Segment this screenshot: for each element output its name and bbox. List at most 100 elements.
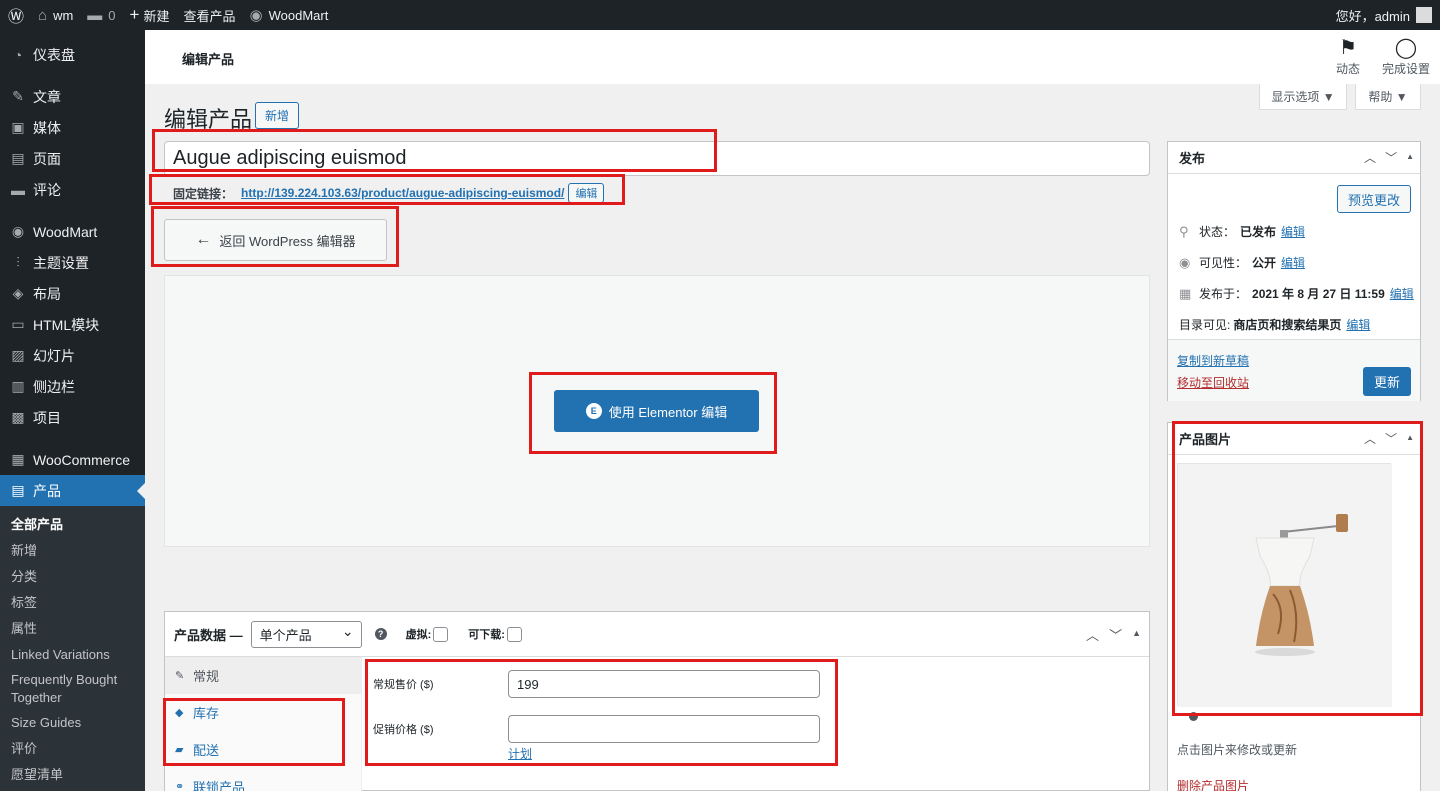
sidebar-item-posts[interactable]: ✎ 文章	[0, 81, 145, 112]
catalog-visibility-row: 目录可见: 商店页和搜索结果页 编辑	[1179, 316, 1371, 333]
comments-link[interactable]: ▬ 0	[80, 0, 122, 30]
product-title-input[interactable]: Augue adipiscing euismod	[164, 141, 1150, 176]
help-toggle[interactable]: 帮助 ▼	[1355, 84, 1421, 110]
publish-box: 发布 ︿ ﹀ ▲ 预览更改 ⚲ 状态： 已发布 编辑 ◉ 可见性： 公开 编辑 ▦ 发布于： 2…	[1167, 141, 1421, 401]
product-image-header: 产品图片 ︿ ﹀ ▲	[1168, 423, 1420, 455]
update-button[interactable]: 更新	[1362, 367, 1411, 396]
regular-price-label: 常规售价 ($)	[373, 679, 434, 691]
submenu-add-new[interactable]: 新增	[0, 538, 145, 564]
back-to-wordpress-editor-button[interactable]: ← 返回 WordPress 编辑器	[164, 219, 387, 261]
schedule-link[interactable]: 计划	[508, 745, 532, 762]
submenu-categories[interactable]: 分类	[0, 564, 145, 590]
product-type-select[interactable]: 单个产品	[250, 620, 362, 648]
edit-catalog-link[interactable]: 编辑	[1346, 316, 1370, 333]
edit-status-link[interactable]: 编辑	[1281, 223, 1305, 240]
publish-box-header: 发布 ︿ ﹀ ▲	[1168, 142, 1420, 174]
submenu-all-products[interactable]: 全部产品	[0, 512, 145, 538]
comment-icon: ▬	[87, 6, 103, 24]
permalink-label: 固定链接：	[173, 186, 234, 201]
triangle-up-icon[interactable]: ▲	[1406, 149, 1414, 166]
woodmart-link[interactable]: ◉ WoodMart	[243, 0, 336, 30]
downloadable-checkbox[interactable]	[506, 626, 522, 642]
site-name-link[interactable]: ⌂ wm	[31, 0, 80, 30]
tab-inventory[interactable]: ◆ 库存	[165, 694, 361, 731]
sidebar-item-pages[interactable]: ▤ 页面	[0, 143, 145, 174]
products-submenu: 全部产品 新增 分类 标签 属性 Linked Variations Frequ…	[0, 506, 145, 791]
chevron-down-icon[interactable]: ﹀	[1109, 625, 1122, 644]
chevron-up-icon[interactable]: ︿	[1086, 625, 1099, 644]
wordpress-logo-icon[interactable]: Ⓦ	[0, 0, 31, 30]
sliders-icon: ⫶	[16, 254, 20, 270]
html-icon: ▭	[11, 316, 25, 332]
header-title: 编辑产品	[182, 52, 235, 67]
product-image-box: 产品图片 ︿ ﹀ ▲ 点击图片来修改或更新 删除产品图片	[1167, 422, 1421, 791]
sale-price-label: 促销价格 ($)	[373, 724, 434, 736]
chevron-up-icon[interactable]: ︿	[1364, 430, 1376, 447]
sidebar-item-media[interactable]: ▣ 媒体	[0, 112, 145, 143]
submenu-linked-variations[interactable]: Linked Variations	[0, 642, 145, 668]
media-icon: ▣	[11, 119, 25, 135]
submenu-frequently-bought-together[interactable]: Frequently Bought Together	[0, 668, 145, 710]
copy-to-draft-link[interactable]: 复制到新草稿	[1177, 352, 1249, 369]
remove-product-image-link[interactable]: 删除产品图片	[1177, 777, 1249, 791]
help-icon[interactable]: ?	[374, 628, 387, 640]
sidebar-item-theme-settings[interactable]: ⫶ 主题设置	[0, 247, 145, 278]
sidebar-item-dashboard[interactable]: ◔ 仪表盘	[0, 39, 145, 70]
publish-actions: 复制到新草稿 移动至回收站 更新	[1168, 339, 1420, 401]
sidebar-item-sidebars[interactable]: ▥ 侧边栏	[0, 371, 145, 402]
sidebar-item-html-blocks[interactable]: ▭ HTML模块	[0, 309, 145, 340]
product-data-header: 产品数据 — 单个产品 ? 虚拟: 可下载: ︿ ﹀ ▲	[165, 612, 1149, 657]
finish-setup-button[interactable]: ◯ 完成设置	[1379, 36, 1433, 77]
arrow-left-icon: ←	[195, 231, 212, 248]
woodmart-icon: ◉	[11, 223, 25, 239]
briefcase-icon: ▩	[11, 409, 25, 425]
tab-general[interactable]: ✎ 常规	[165, 657, 361, 694]
sidebar-item-products[interactable]: ▤ 产品	[0, 475, 145, 506]
regular-price-input[interactable]: 199	[508, 670, 820, 698]
activity-button[interactable]: ⚑ 动态	[1322, 36, 1374, 77]
edit-visibility-link[interactable]: 编辑	[1281, 254, 1305, 271]
triangle-up-icon[interactable]: ▲	[1132, 625, 1141, 644]
tab-linked-products[interactable]: ⚭ 联锁产品	[165, 768, 361, 791]
edit-date-link[interactable]: 编辑	[1390, 285, 1414, 302]
sidebar-item-comments[interactable]: ▬ 评论	[0, 174, 145, 205]
screen-options-toggle[interactable]: 显示选项 ▼	[1259, 84, 1347, 110]
sidebar-item-slides[interactable]: ▨ 幻灯片	[0, 340, 145, 371]
submenu-size-guides[interactable]: Size Guides	[0, 710, 145, 736]
permalink-link[interactable]: http://139.224.103.63/product/augue-adip…	[241, 186, 564, 200]
sidebar-item-layouts[interactable]: ◈ 布局	[0, 278, 145, 309]
pin-icon: ⚲	[1179, 223, 1189, 239]
submenu-wishlist[interactable]: 愿望清单	[0, 762, 145, 788]
submenu-reviews[interactable]: 评价	[0, 736, 145, 762]
chevron-down-icon[interactable]: ﹀	[1385, 430, 1397, 447]
archive-icon: ▤	[11, 482, 25, 498]
add-new-button[interactable]: 新增	[255, 102, 300, 129]
user-account-menu[interactable]: 您好，admin	[1329, 0, 1440, 30]
move-to-trash-link[interactable]: 移动至回收站	[1177, 374, 1249, 391]
new-content-link[interactable]: + 新建	[123, 0, 177, 30]
virtual-checkbox[interactable]	[433, 626, 449, 642]
preview-changes-button[interactable]: 预览更改	[1336, 185, 1411, 213]
tag-icon: ◆	[175, 707, 184, 719]
flag-icon: ⚑	[1339, 37, 1357, 59]
admin-bar: Ⓦ ⌂ wm ▬ 0 + 新建 查看产品 ◉ WoodMart 您好，admin	[0, 0, 1440, 30]
permalink-edit-button[interactable]: 编辑	[568, 183, 605, 203]
sidebar-icon: ▥	[11, 378, 25, 394]
submenu-tags[interactable]: 标签	[0, 590, 145, 616]
product-data-box: 产品数据 — 单个产品 ? 虚拟: 可下载: ︿ ﹀ ▲ ✎常规 ◆库存 ▰配送…	[164, 611, 1150, 791]
view-product-link[interactable]: 查看产品	[176, 0, 242, 30]
sale-price-input[interactable]	[508, 715, 820, 743]
link-icon: ⚭	[175, 781, 185, 791]
submenu-attributes[interactable]: 属性	[0, 616, 145, 642]
sidebar-item-projects[interactable]: ▩ 项目	[0, 402, 145, 433]
edit-with-elementor-button[interactable]: E 使用 Elementor 编辑	[554, 390, 759, 432]
sidebar-item-woodmart[interactable]: ◉ WoodMart	[0, 216, 145, 247]
triangle-up-icon[interactable]: ▲	[1406, 430, 1414, 447]
chevron-up-icon[interactable]: ︿	[1364, 149, 1376, 166]
wrench-icon: ✎	[175, 670, 185, 682]
chevron-down-icon[interactable]: ﹀	[1385, 149, 1397, 166]
sidebar-item-woocommerce[interactable]: ▦ WooCommerce	[0, 444, 145, 475]
product-image-thumbnail[interactable]	[1177, 463, 1392, 707]
product-image-controls: ︿ ﹀ ▲	[1364, 430, 1414, 447]
tab-shipping[interactable]: ▰ 配送	[165, 731, 361, 768]
